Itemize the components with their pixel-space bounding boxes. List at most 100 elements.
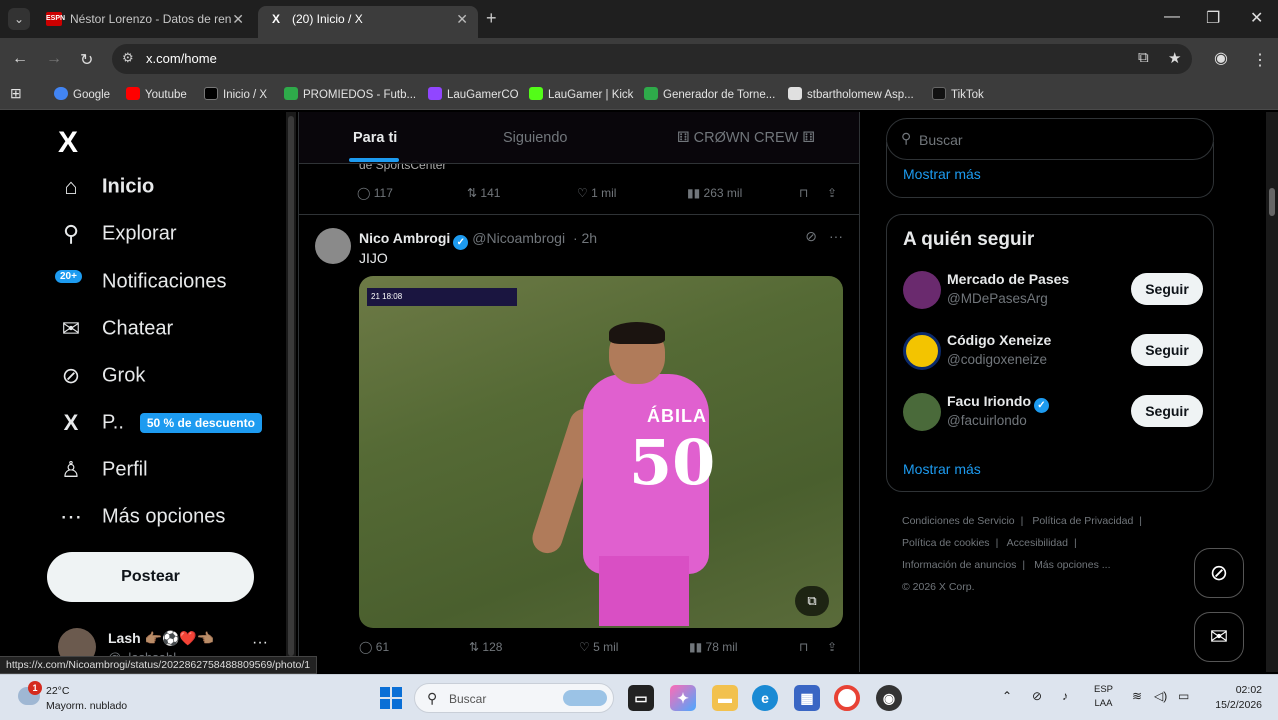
bookmark-stbartholomew[interactable]: stbartholomew Asp... xyxy=(788,87,914,101)
follow-suggestion[interactable]: Mercado de Pases @MDePasesArg Seguir xyxy=(903,269,1203,315)
footer-terms[interactable]: Condiciones de Servicio xyxy=(902,515,1015,527)
follow-suggestion[interactable]: Facu Iriondo ✓ @facuirlondo Seguir xyxy=(903,391,1203,437)
like-action[interactable]: ♡ 1 mil xyxy=(577,186,616,200)
close-tab-icon[interactable]: ✕ xyxy=(456,6,468,32)
store-icon[interactable]: ▦ xyxy=(794,685,820,711)
follow-suggestion[interactable]: Código Xeneize @codigoxeneize Seguir xyxy=(903,330,1203,376)
chrome-icon[interactable] xyxy=(834,685,860,711)
post-button[interactable]: Postear xyxy=(47,552,254,602)
tab-crown-crew[interactable]: ⚅ CRØWN CREW ⚅ xyxy=(677,130,815,146)
tray-app-icon[interactable]: ⊘ xyxy=(1032,689,1042,703)
tab-following[interactable]: Siguiendo xyxy=(503,130,568,146)
bookmark-icon[interactable]: ⊓ xyxy=(799,186,808,200)
minimize-icon[interactable]: — xyxy=(1164,8,1180,26)
nav-chat[interactable]: ✉ Chatear xyxy=(58,316,173,352)
bookmark-google[interactable]: Google xyxy=(54,87,110,101)
footer-privacy[interactable]: Política de Privacidad xyxy=(1032,515,1133,527)
volume-icon[interactable]: ◁) xyxy=(1154,689,1167,703)
footer-ads-info[interactable]: Información de anuncios xyxy=(902,559,1016,571)
x-logo-icon[interactable]: X xyxy=(58,126,78,160)
post-author[interactable]: Nico Ambrogi ✓ @Nicoambrogi · 2h xyxy=(359,230,597,250)
battery-icon[interactable]: ▭ xyxy=(1178,689,1189,703)
reload-icon[interactable]: ↻ xyxy=(80,50,93,70)
microphone-icon[interactable]: ♪ xyxy=(1062,689,1068,703)
repost-action[interactable]: ⇅ 141 xyxy=(467,186,500,200)
close-window-icon[interactable]: ✕ xyxy=(1250,8,1263,28)
like-action[interactable]: ♡ 5 mil xyxy=(579,640,618,654)
grok-explain-icon[interactable]: ⊘ xyxy=(805,228,817,245)
nav-home[interactable]: ⌂ Inicio xyxy=(58,174,154,210)
nav-premium[interactable]: X P.. 50 % de descuento xyxy=(58,410,262,446)
tab-for-you[interactable]: Para ti xyxy=(348,130,400,162)
bookmark-kick[interactable]: LauGamer | Kick xyxy=(529,87,633,101)
address-bar[interactable]: ⚙ x.com/home ⧉ ★ xyxy=(112,44,1192,74)
restore-icon[interactable]: ❐ xyxy=(1206,8,1220,28)
nav-explore[interactable]: ⚲ Explorar xyxy=(58,221,177,257)
views-action[interactable]: ▮▮ 78 mil xyxy=(689,640,738,654)
more-icon[interactable]: ··· xyxy=(829,228,843,244)
wifi-icon[interactable]: ≋ xyxy=(1132,689,1142,703)
footer-accessibility[interactable]: Accesibilidad xyxy=(1007,537,1068,549)
image-edit-icon[interactable]: ⧉ xyxy=(795,586,829,616)
share-icon[interactable]: ⇪ xyxy=(827,186,837,200)
edge-icon[interactable]: e xyxy=(752,685,778,711)
page-scrollbar[interactable] xyxy=(1266,112,1278,672)
bookmark-x[interactable]: Inicio / X xyxy=(204,87,267,101)
taskbar-search[interactable]: ⚲ Buscar xyxy=(414,683,614,713)
footer-cookies[interactable]: Política de cookies xyxy=(902,537,990,549)
more-icon[interactable]: ··· xyxy=(252,634,268,652)
clock[interactable]: 02:02 15/2/2026 xyxy=(1206,683,1262,713)
tab-search-chevron-icon[interactable]: ⌄ xyxy=(8,8,30,30)
bookmark-youtube[interactable]: Youtube xyxy=(126,87,187,101)
scrollbar-thumb[interactable] xyxy=(288,116,294,656)
follow-button[interactable]: Seguir xyxy=(1131,273,1203,305)
bookmark-tiktok[interactable]: TikTok xyxy=(932,87,984,101)
extension-icon[interactable]: ◉ xyxy=(1214,48,1228,68)
tab-x-home[interactable]: X (20) Inicio / X ✕ xyxy=(258,6,478,38)
reply-action[interactable]: ◯ 117 xyxy=(357,186,393,200)
views-action[interactable]: ▮▮ 263 mil xyxy=(687,186,742,200)
footer-more[interactable]: Más opciones ... xyxy=(1034,559,1110,571)
premium-discount-badge[interactable]: 50 % de descuento xyxy=(139,413,262,433)
follow-button[interactable]: Seguir xyxy=(1131,395,1203,427)
search-input[interactable]: ⚲ Buscar xyxy=(886,118,1214,160)
task-view-icon[interactable]: ▭ xyxy=(628,685,654,711)
sidebar-scrollbar[interactable] xyxy=(286,112,296,672)
back-icon[interactable]: ← xyxy=(12,50,28,68)
nav-profile[interactable]: ♙ Perfil xyxy=(58,457,147,493)
new-tab-icon[interactable]: + xyxy=(486,8,497,29)
tab-espn[interactable]: ESPN Néstor Lorenzo - Datos de ren ✕ xyxy=(36,6,254,38)
bookmark-generador[interactable]: Generador de Torne... xyxy=(644,87,775,101)
bookmark-icon[interactable]: ⊓ xyxy=(799,640,808,654)
menu-kebab-icon[interactable]: ⋮ xyxy=(1252,50,1268,70)
windows-start-icon[interactable] xyxy=(380,687,402,709)
show-more-link[interactable]: Mostrar más xyxy=(903,461,981,477)
close-tab-icon[interactable]: ✕ xyxy=(232,6,244,32)
show-more-link[interactable]: Mostrar más xyxy=(903,166,981,182)
post-image[interactable]: 21 18:08 ÁBILA 50 ⧉ xyxy=(359,276,843,628)
forward-icon[interactable]: → xyxy=(46,50,62,68)
tray-chevron-icon[interactable]: ⌃ xyxy=(1002,689,1012,703)
weather-widget[interactable]: 1 22°C Mayorm. nublado xyxy=(18,681,158,715)
share-icon[interactable]: ⇪ xyxy=(827,640,837,654)
file-explorer-icon[interactable]: ▬ xyxy=(712,685,738,711)
avatar[interactable] xyxy=(315,228,351,264)
app-icon[interactable]: ◉ xyxy=(876,685,902,711)
install-app-icon[interactable]: ⧉ xyxy=(1138,49,1149,66)
post[interactable]: Nico Ambrogi ✓ @Nicoambrogi · 2h ⊘ ··· JIJ… xyxy=(299,216,859,672)
language-indicator[interactable]: ESP LAA xyxy=(1094,683,1113,711)
apps-grid-icon[interactable]: ⊞ xyxy=(10,85,22,102)
scrollbar-thumb[interactable] xyxy=(1269,188,1275,216)
messages-fab-icon[interactable]: ✉ xyxy=(1194,612,1244,662)
grok-fab-icon[interactable]: ⊘ xyxy=(1194,548,1244,598)
reply-action[interactable]: ◯ 61 xyxy=(359,640,389,654)
bookmark-promiedos[interactable]: PROMIEDOS - Futb... xyxy=(284,87,416,101)
follow-button[interactable]: Seguir xyxy=(1131,334,1203,366)
copilot-icon[interactable]: ✦ xyxy=(670,685,696,711)
bookmark-star-icon[interactable]: ★ xyxy=(1168,49,1181,67)
bookmark-twitch[interactable]: LauGamerCO xyxy=(428,87,519,101)
nav-notifications[interactable]: ◔Notificaciones xyxy=(58,269,227,305)
nav-grok[interactable]: ⊘ Grok xyxy=(58,363,146,399)
nav-more-options[interactable]: ⋯ Más opciones xyxy=(58,504,225,540)
site-info-icon[interactable]: ⚙ xyxy=(122,50,134,66)
